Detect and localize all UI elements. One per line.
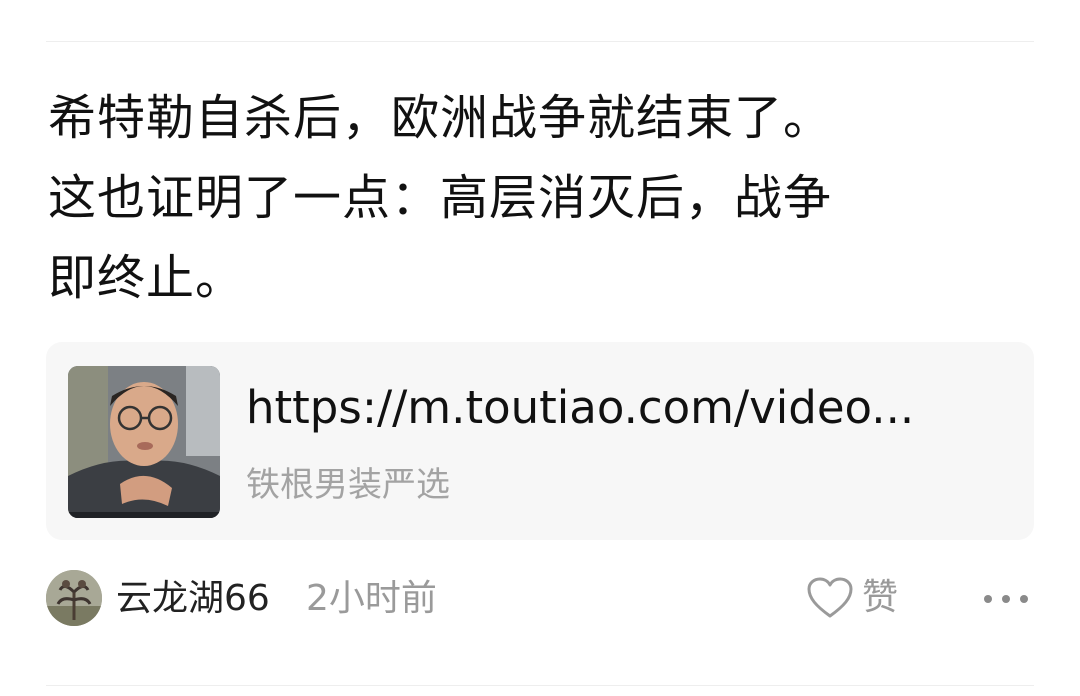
link-card[interactable]: https://m.toutiao.com/video... 铁根男装严选 (46, 342, 1034, 540)
avatar[interactable] (46, 570, 102, 626)
heart-outline-icon (807, 577, 853, 618)
bottom-divider (46, 685, 1034, 686)
post-text-line: 即终止。 (48, 250, 245, 306)
more-dots-icon (984, 595, 992, 603)
more-dots-icon (1002, 595, 1010, 603)
top-divider (46, 41, 1034, 42)
post-body[interactable]: 希特勒自杀后，欧洲战争就结束了。 这也证明了一点：高层消灭后，战争 即终止。 (48, 78, 1033, 318)
post-text-line: 这也证明了一点：高层消灭后，战争 (48, 170, 833, 226)
link-source: 铁根男装严选 (246, 465, 450, 505)
post-text-line: 希特勒自杀后，欧洲战争就结束了。 (48, 90, 833, 146)
video-thumbnail-image (68, 366, 220, 518)
more-dots-icon (1020, 595, 1028, 603)
like-label: 赞 (862, 577, 899, 618)
video-thumbnail (68, 366, 220, 518)
author-name[interactable]: 云龙湖66 (116, 574, 270, 624)
more-button[interactable] (984, 584, 1028, 614)
like-button[interactable]: 赞 (806, 572, 898, 624)
link-url[interactable]: https://m.toutiao.com/video... (246, 376, 1006, 440)
avatar-plant-icon (46, 570, 102, 626)
post-time: 2小时前 (306, 578, 437, 619)
author-row: 云龙湖66 2小时前 赞 (46, 570, 1034, 630)
